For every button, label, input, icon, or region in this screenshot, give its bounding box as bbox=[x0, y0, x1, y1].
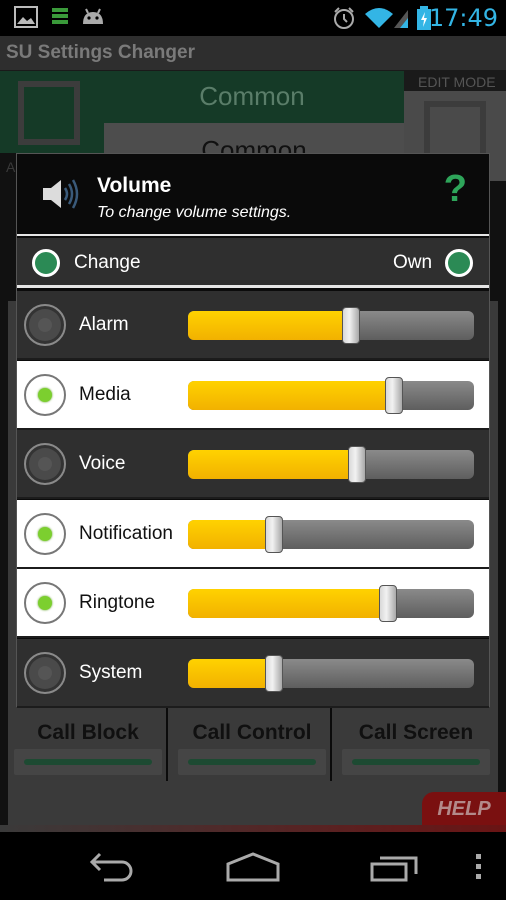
toggle-indicator bbox=[188, 759, 316, 765]
dialog-header: Volume To change volume settings. ? bbox=[17, 154, 489, 236]
app-logo-icon bbox=[18, 81, 80, 145]
mode-selector-row: Change Own bbox=[17, 238, 489, 288]
navigation-bar bbox=[0, 832, 506, 900]
volume-slider[interactable] bbox=[188, 515, 474, 553]
radio-indicator-icon bbox=[38, 457, 52, 471]
alarm-icon bbox=[334, 7, 354, 29]
toggle-indicator bbox=[352, 759, 480, 765]
slider-fill bbox=[188, 589, 389, 618]
slider-thumb[interactable] bbox=[264, 654, 283, 692]
screen: 17:49 SU Settings Changer Common EDIT MO… bbox=[0, 0, 506, 900]
volume-label: Voice bbox=[79, 453, 126, 474]
help-button[interactable]: HELP bbox=[422, 792, 506, 826]
edit-mode-label: EDIT MODE bbox=[418, 74, 496, 90]
speaker-icon bbox=[43, 179, 79, 209]
change-radio[interactable] bbox=[32, 249, 60, 277]
volume-label: Alarm bbox=[79, 314, 129, 335]
volume-row-system: System bbox=[17, 638, 489, 708]
slider-thumb[interactable] bbox=[384, 376, 403, 414]
volume-row-notification: Notification bbox=[17, 499, 489, 569]
help-question-icon[interactable]: ? bbox=[444, 168, 467, 211]
tile-label: Call Screen bbox=[358, 721, 474, 744]
slider-thumb[interactable] bbox=[347, 446, 366, 483]
app-bar: SU Settings Changer bbox=[0, 36, 506, 71]
wifi-icon bbox=[365, 8, 393, 28]
recents-icon[interactable] bbox=[370, 850, 420, 884]
slider-thumb[interactable] bbox=[342, 307, 361, 344]
tile-toggle[interactable] bbox=[342, 749, 490, 775]
dialog-title: Volume bbox=[97, 174, 172, 197]
own-label: Own bbox=[393, 252, 433, 273]
overflow-menu-icon[interactable] bbox=[474, 850, 484, 884]
volume-slider[interactable] bbox=[188, 654, 474, 692]
slider-fill bbox=[188, 658, 274, 688]
radio-indicator-icon bbox=[38, 526, 52, 541]
dialog-subtitle: To change volume settings. bbox=[97, 204, 292, 221]
volume-slider[interactable] bbox=[188, 376, 474, 414]
slider-thumb[interactable] bbox=[379, 585, 398, 622]
enable-radio[interactable] bbox=[24, 443, 66, 485]
radio-indicator-icon bbox=[38, 387, 52, 402]
volume-slider[interactable] bbox=[188, 585, 474, 622]
volume-row-alarm: Alarm bbox=[17, 291, 489, 360]
tile-toggle[interactable] bbox=[178, 749, 326, 775]
active-mode-title: Common bbox=[199, 81, 305, 111]
volume-slider[interactable] bbox=[188, 446, 474, 483]
change-label: Change bbox=[74, 252, 141, 273]
radio-indicator-icon bbox=[38, 596, 52, 610]
app-title: SU Settings Changer bbox=[6, 42, 195, 63]
volume-slider[interactable] bbox=[188, 307, 474, 344]
slider-fill bbox=[188, 519, 274, 549]
tile-label: Call Block bbox=[37, 721, 139, 744]
volume-label: Ringtone bbox=[79, 592, 156, 613]
slider-fill bbox=[188, 311, 352, 340]
android-notification-icon bbox=[83, 8, 103, 24]
enable-radio[interactable] bbox=[24, 373, 66, 416]
tile-label: Call Control bbox=[192, 721, 312, 744]
status-bar: 17:49 bbox=[0, 0, 506, 36]
help-label: HELP bbox=[437, 798, 491, 820]
volume-dialog: Volume To change volume settings. ? Chan… bbox=[16, 153, 490, 708]
storage-notification-icon bbox=[52, 8, 68, 24]
slider-thumb[interactable] bbox=[264, 515, 283, 553]
signal-icon bbox=[394, 10, 408, 28]
volume-label: System bbox=[79, 661, 143, 683]
slider-fill bbox=[188, 450, 357, 479]
slider-fill bbox=[188, 380, 394, 410]
enable-radio[interactable] bbox=[24, 651, 66, 694]
volume-row-media: Media bbox=[17, 360, 489, 430]
enable-radio[interactable] bbox=[24, 582, 66, 624]
home-icon[interactable] bbox=[226, 850, 280, 884]
volume-label: Notification bbox=[79, 522, 173, 544]
toggle-indicator bbox=[24, 759, 152, 765]
volume-row-voice: Voice bbox=[17, 430, 489, 499]
radio-indicator-icon bbox=[38, 665, 52, 680]
enable-radio[interactable] bbox=[24, 304, 66, 346]
volume-row-ringtone: Ringtone bbox=[17, 569, 489, 638]
own-radio[interactable] bbox=[445, 249, 473, 277]
bottom-accent-strip bbox=[0, 825, 506, 832]
volume-label: Media bbox=[79, 383, 131, 405]
tile-toggle[interactable] bbox=[14, 749, 162, 775]
back-icon[interactable] bbox=[88, 850, 138, 884]
clock-time: 17:49 bbox=[428, 4, 498, 32]
enable-radio[interactable] bbox=[24, 512, 66, 555]
radio-indicator-icon bbox=[38, 318, 52, 332]
image-notification-icon bbox=[14, 6, 38, 28]
